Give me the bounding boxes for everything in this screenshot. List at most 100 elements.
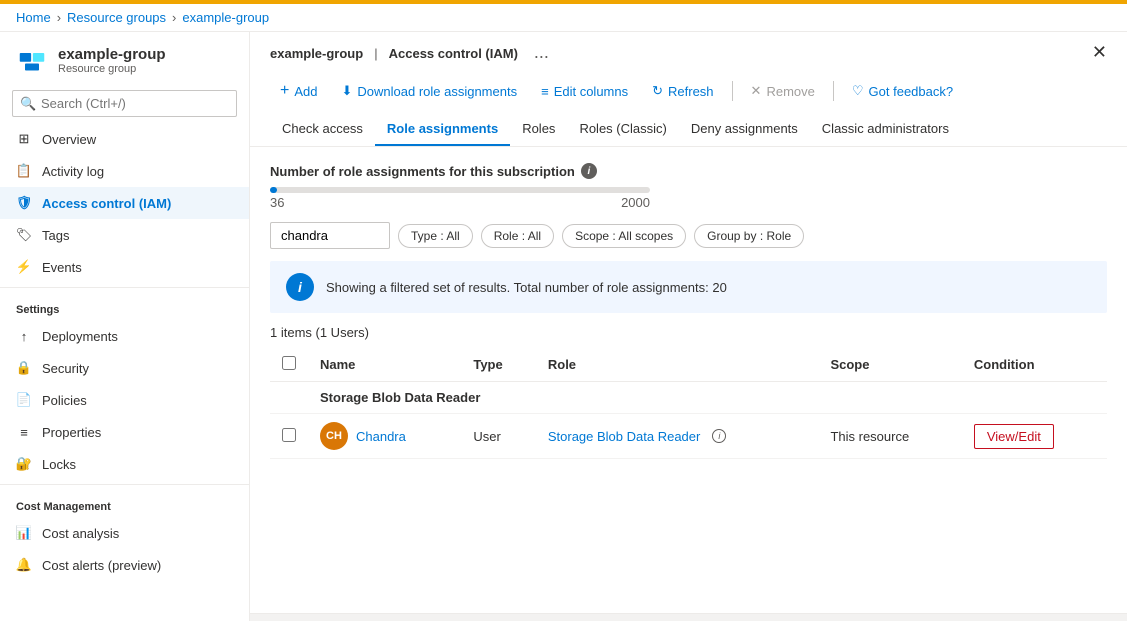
section-settings-label: Settings (0, 292, 249, 320)
sidebar-item-label: Policies (42, 393, 87, 408)
add-icon: + (280, 82, 289, 100)
sidebar-item-events[interactable]: ⚡ Events (0, 251, 249, 283)
add-button[interactable]: + Add (270, 77, 327, 105)
subscription-header-text: Number of role assignments for this subs… (270, 164, 575, 179)
remove-icon: ✕ (751, 83, 762, 99)
feedback-icon: ♡ (852, 83, 864, 99)
columns-icon: ≡ (541, 84, 549, 99)
filter-role-chip[interactable]: Role : All (481, 224, 554, 248)
resource-group-icon (16, 44, 48, 76)
sidebar-search[interactable]: 🔍 (12, 90, 237, 117)
page-title: example-group | Access control (IAM) (270, 42, 518, 63)
divider-cost (0, 484, 249, 485)
sidebar-item-policies[interactable]: 📄 Policies (0, 384, 249, 416)
user-name-link[interactable]: Chandra (356, 429, 406, 444)
table-count: 1 items (1 Users) (270, 325, 1107, 340)
toolbar: + Add ⬇ Download role assignments ≡ Edit… (270, 71, 1107, 113)
search-input[interactable] (12, 90, 237, 117)
row-checkbox[interactable] (282, 428, 296, 442)
info-banner: i Showing a filtered set of results. Tot… (270, 261, 1107, 313)
col-name: Name (308, 348, 461, 382)
tab-check-access[interactable]: Check access (270, 113, 375, 146)
view-edit-button[interactable]: View/Edit (974, 424, 1054, 449)
sidebar-item-properties[interactable]: ≡ Properties (0, 416, 249, 448)
events-icon: ⚡ (16, 259, 32, 275)
role-info-icon[interactable]: i (712, 429, 726, 443)
info-banner-i: i (298, 279, 302, 295)
sidebar-resource-name: example-group (58, 46, 166, 63)
sidebar-item-iam[interactable]: 🛡 Access control (IAM) (0, 187, 249, 219)
role-cell-content: Storage Blob Data Reader i (548, 429, 807, 444)
tab-roles[interactable]: Roles (510, 113, 567, 146)
table-row[interactable]: CH Chandra User Storage Blob Data Reader… (270, 414, 1107, 459)
main-content: example-group | Access control (IAM) ...… (250, 32, 1127, 621)
sidebar-item-security[interactable]: 🔒 Security (0, 352, 249, 384)
locks-icon: 🔐 (16, 456, 32, 472)
col-role: Role (536, 348, 819, 382)
subscription-header: Number of role assignments for this subs… (270, 163, 1107, 179)
sidebar-title-group: example-group Resource group (58, 46, 166, 75)
sidebar-item-locks[interactable]: 🔐 Locks (0, 448, 249, 480)
download-label: Download role assignments (357, 84, 517, 99)
more-options-icon[interactable]: ... (534, 42, 549, 63)
sidebar-item-tags[interactable]: 🏷 Tags (0, 219, 249, 251)
data-table: Name Type Role Scope Condition Storage B… (270, 348, 1107, 459)
breadcrumb-sep2: › (172, 10, 176, 25)
toolbar-divider2 (833, 81, 834, 101)
page-header: example-group | Access control (IAM) ...… (250, 32, 1127, 147)
properties-icon: ≡ (16, 424, 32, 440)
filter-type-chip[interactable]: Type : All (398, 224, 473, 248)
filter-search-input[interactable] (270, 222, 390, 249)
close-button[interactable]: ✕ (1092, 42, 1107, 63)
sidebar-item-label: Cost alerts (preview) (42, 558, 161, 573)
name-cell-content: CH Chandra (320, 422, 449, 450)
refresh-label: Refresh (668, 84, 714, 99)
filter-groupby-chip[interactable]: Group by : Role (694, 224, 804, 248)
tab-deny-assignments[interactable]: Deny assignments (679, 113, 810, 146)
remove-button[interactable]: ✕ Remove (741, 78, 825, 104)
cost-analysis-icon: 📊 (16, 525, 32, 541)
sidebar-item-deployments[interactable]: ↑ Deployments (0, 320, 249, 352)
sidebar-item-label: Security (42, 361, 89, 376)
refresh-button[interactable]: ↻ Refresh (642, 78, 723, 104)
table-body: Storage Blob Data Reader CH Chandra (270, 382, 1107, 459)
breadcrumb-resource-groups[interactable]: Resource groups (67, 10, 166, 25)
app-container: example-group Resource group 🔍 ⊞ Overvie… (0, 32, 1127, 621)
progress-current: 36 (270, 195, 284, 210)
sidebar-item-cost-alerts[interactable]: 🔔 Cost alerts (preview) (0, 549, 249, 581)
iam-icon: 🛡 (16, 195, 32, 211)
progress-bar-container: 36 2000 (270, 187, 1107, 210)
sidebar-nav: ⊞ Overview 📋 Activity log 🛡 Access contr… (0, 123, 249, 621)
role-link[interactable]: Storage Blob Data Reader (548, 429, 700, 444)
row-name-cell: CH Chandra (308, 414, 461, 459)
divider-settings (0, 287, 249, 288)
tab-classic-admin[interactable]: Classic administrators (810, 113, 961, 146)
progress-max: 2000 (621, 195, 650, 210)
download-button[interactable]: ⬇ Download role assignments (331, 78, 527, 104)
sidebar-item-activity-log[interactable]: 📋 Activity log (0, 155, 249, 187)
row-scope-cell: This resource (818, 414, 961, 459)
col-checkbox (270, 348, 308, 382)
download-icon: ⬇ (341, 83, 352, 99)
subscription-info-icon[interactable]: i (581, 163, 597, 179)
edit-columns-button[interactable]: ≡ Edit columns (531, 79, 638, 104)
sidebar-item-cost-analysis[interactable]: 📊 Cost analysis (0, 517, 249, 549)
progress-bar-track (270, 187, 650, 193)
tab-roles-classic[interactable]: Roles (Classic) (567, 113, 678, 146)
select-all-checkbox[interactable] (282, 356, 296, 370)
sidebar-item-label: Access control (IAM) (42, 196, 171, 211)
sidebar-item-label: Tags (42, 228, 69, 243)
feedback-button[interactable]: ♡ Got feedback? (842, 78, 963, 104)
sidebar-item-label: Properties (42, 425, 101, 440)
group-checkbox-cell (270, 382, 308, 414)
page-title-pipe: | (374, 46, 377, 61)
breadcrumb-example-group[interactable]: example-group (182, 10, 269, 25)
search-icon: 🔍 (20, 96, 36, 112)
filter-scope-chip[interactable]: Scope : All scopes (562, 224, 686, 248)
horizontal-scrollbar (250, 613, 1127, 621)
breadcrumb-home[interactable]: Home (16, 10, 51, 25)
tab-role-assignments[interactable]: Role assignments (375, 113, 510, 146)
page-title-iam: Access control (IAM) (389, 46, 518, 61)
policies-icon: 📄 (16, 392, 32, 408)
sidebar-item-overview[interactable]: ⊞ Overview (0, 123, 249, 155)
